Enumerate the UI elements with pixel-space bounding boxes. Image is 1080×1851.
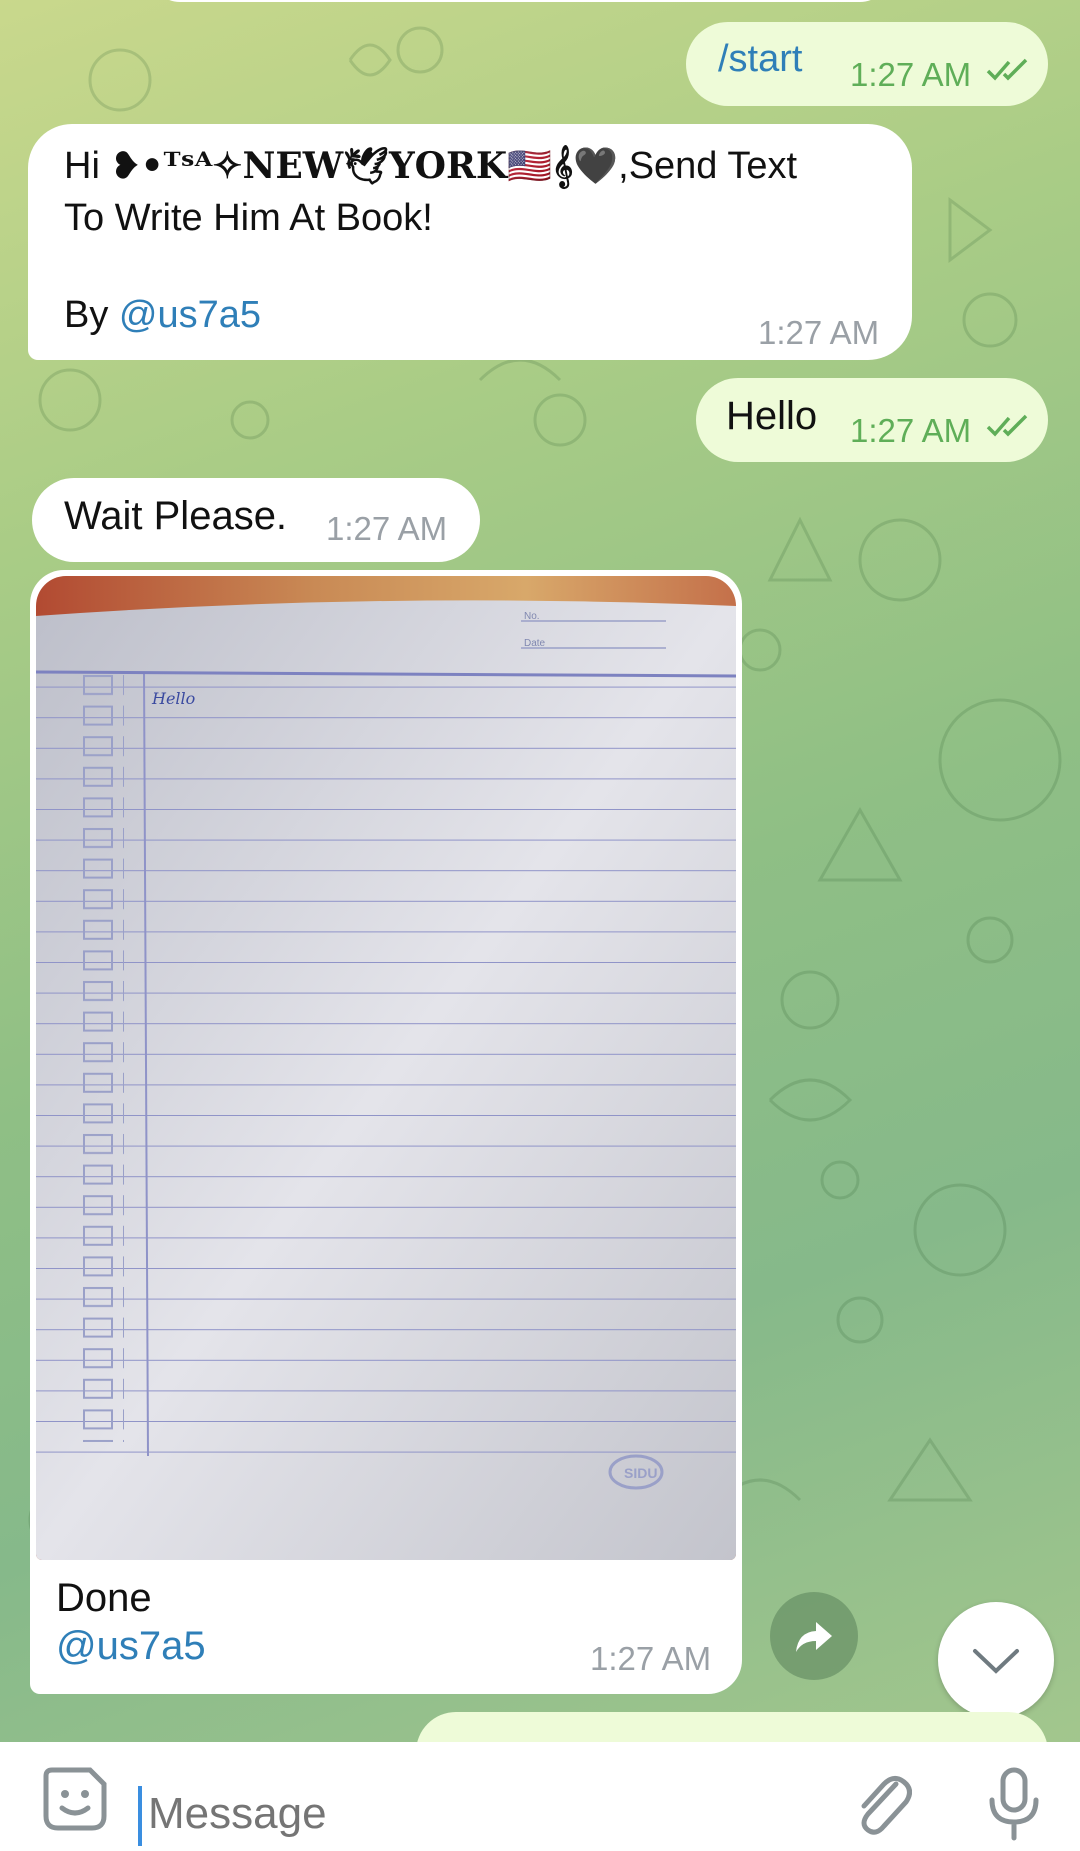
- message-start[interactable]: /start 1:27 AM: [686, 22, 1048, 106]
- sticker-smile-icon[interactable]: [40, 1764, 110, 1834]
- microphone-icon[interactable]: [986, 1766, 1042, 1842]
- page-no-label: No.: [524, 611, 540, 622]
- message-time: 1:27 AM: [850, 56, 972, 93]
- author-line: By @us7a5: [64, 294, 262, 336]
- scroll-down-button[interactable]: [938, 1602, 1054, 1718]
- message-time: 1:27 AM: [326, 510, 448, 547]
- notebook-photo[interactable]: No. Date Hello SIDU: [36, 576, 736, 1560]
- message-hello[interactable]: Hello 1:27 AM: [696, 378, 1048, 462]
- author-link[interactable]: @us7a5: [119, 294, 261, 336]
- author-link[interactable]: @us7a5: [56, 1624, 206, 1669]
- composer-bar: [0, 1742, 1080, 1851]
- double-check-icon: [986, 414, 1028, 437]
- chevron-down-icon: [973, 1649, 1019, 1674]
- share-arrow-icon: [796, 1622, 832, 1652]
- page-date-label: Date: [524, 638, 546, 649]
- message-time: 1:27 AM: [850, 412, 972, 449]
- text-cursor: [138, 1786, 142, 1846]
- message-time: 1:27 AM: [758, 314, 880, 351]
- message-text: Hi ❥•ᵁˢᴬ✧NEW🕊YORK🇺🇸𝄞🖤,Send Text To Write…: [64, 145, 798, 239]
- fancy-username: ❥•ᵁˢᴬ✧NEW🕊YORK🇺🇸𝄞🖤: [110, 145, 619, 187]
- message-wait[interactable]: Wait Please. 1:27 AM: [32, 478, 480, 562]
- stamp-text: SIDU: [624, 1465, 657, 1481]
- message-text: Hello: [726, 394, 818, 438]
- photo-caption: Done: [56, 1576, 152, 1620]
- message-time: 1:27 AM: [590, 1640, 712, 1677]
- message-text: Wait Please.: [64, 494, 288, 538]
- message-welcome[interactable]: Hi ❥•ᵁˢᴬ✧NEW🕊YORK🇺🇸𝄞🖤,Send Text To Write…: [28, 124, 912, 360]
- message-text: /start: [718, 38, 803, 80]
- notebook-page: No. Date Hello SIDU: [36, 600, 736, 1560]
- paperclip-icon[interactable]: [852, 1770, 912, 1840]
- previous-message-bubble: [150, 0, 890, 2]
- message-input[interactable]: [146, 1780, 810, 1848]
- double-check-icon: [986, 58, 1028, 81]
- handwritten-text: Hello: [151, 689, 195, 708]
- message-photo[interactable]: No. Date Hello SIDU Done @us7a5 1:27 AM: [30, 570, 742, 1694]
- share-button[interactable]: [770, 1592, 858, 1680]
